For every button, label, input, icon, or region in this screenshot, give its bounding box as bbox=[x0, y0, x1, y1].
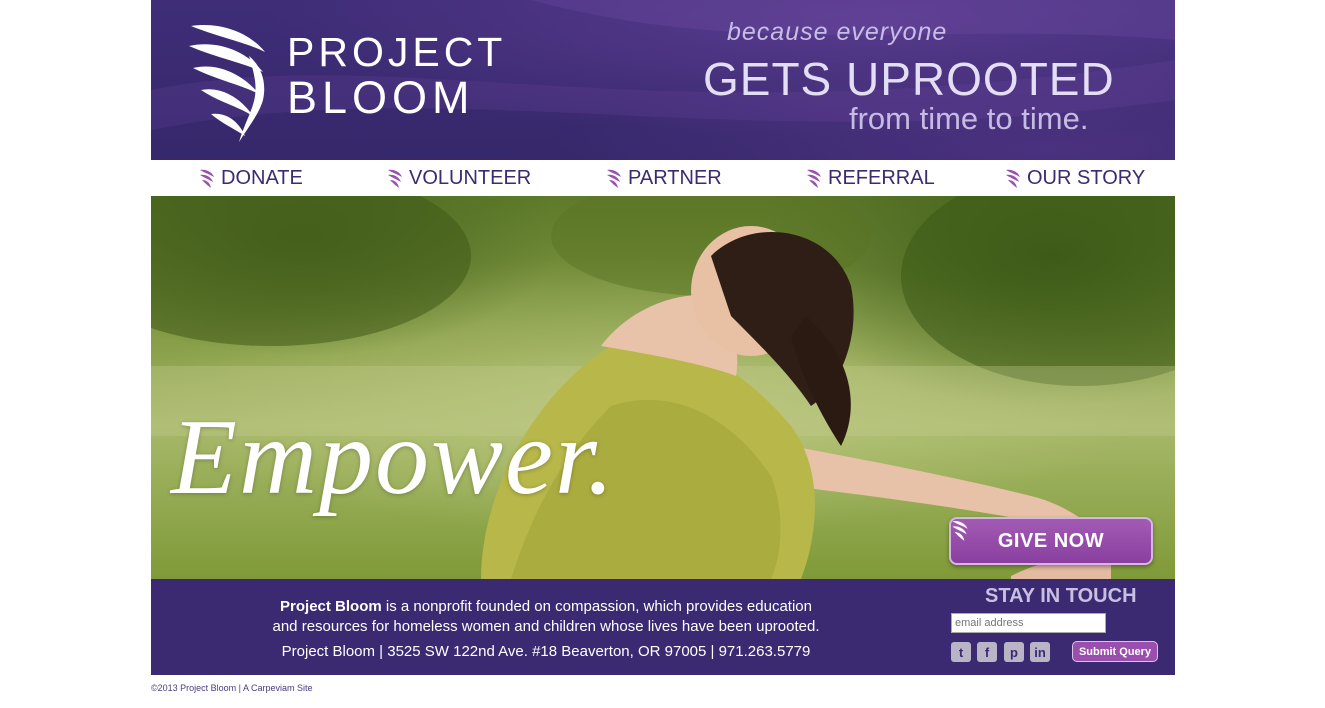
give-now-button[interactable]: GIVE NOW bbox=[949, 517, 1153, 565]
pinterest-icon[interactable]: p bbox=[1004, 642, 1024, 662]
linkedin-icon[interactable]: in bbox=[1030, 642, 1050, 662]
submit-button[interactable]: Submit Query bbox=[1072, 641, 1158, 662]
nav-partner[interactable]: PARTNER bbox=[606, 167, 722, 190]
flower-bullet-icon bbox=[1006, 169, 1020, 188]
about-text: Project Bloom is a nonprofit founded on … bbox=[261, 597, 831, 637]
nav-our-story-label: OUR STORY bbox=[1027, 167, 1146, 189]
empower-script-text: Empower. bbox=[171, 398, 616, 517]
flower-bullet-icon bbox=[200, 169, 214, 188]
site-container: PROJECT BLOOM because everyone GETS UPRO… bbox=[151, 0, 1175, 675]
twitter-icon[interactable]: t bbox=[951, 642, 971, 662]
nav-donate-label: DONATE bbox=[221, 167, 303, 189]
nav-volunteer[interactable]: VOLUNTEER bbox=[387, 167, 531, 190]
tagline-from-time-to-time: from time to time. bbox=[849, 101, 1089, 136]
main-nav: DONATE VOLUNTEER PARTNER REFERRAL OUR ST… bbox=[151, 160, 1175, 196]
tagline-gets-uprooted: GETS UPROOTED bbox=[703, 53, 1115, 105]
flower-bullet-icon bbox=[388, 169, 402, 188]
footer-bar: Project Bloom is a nonprofit founded on … bbox=[151, 579, 1175, 675]
facebook-icon[interactable]: f bbox=[977, 642, 997, 662]
logo-line-project: PROJECT bbox=[287, 29, 507, 75]
flower-bullet-icon bbox=[807, 169, 821, 188]
logo-flower-icon bbox=[189, 25, 265, 142]
nav-our-story[interactable]: OUR STORY bbox=[1005, 167, 1145, 190]
nav-volunteer-label: VOLUNTEER bbox=[409, 167, 532, 189]
nav-donate[interactable]: DONATE bbox=[199, 167, 303, 190]
hero-image: Empower. GIVE NOW bbox=[151, 196, 1175, 579]
org-name: Project Bloom bbox=[280, 598, 382, 615]
flower-bullet-icon bbox=[952, 520, 968, 541]
about-line2: and resources for homeless women and chi… bbox=[272, 618, 820, 635]
logo-line-bloom: BLOOM bbox=[287, 72, 475, 123]
nav-referral[interactable]: REFERRAL bbox=[806, 167, 935, 190]
contact-address: Project Bloom | 3525 SW 122nd Ave. #18 B… bbox=[281, 643, 811, 660]
logo-wordmark: PROJECT BLOOM bbox=[287, 29, 507, 123]
header-banner: PROJECT BLOOM because everyone GETS UPRO… bbox=[151, 0, 1175, 160]
stay-in-touch-heading: STAY IN TOUCH bbox=[985, 585, 1137, 607]
nav-referral-label: REFERRAL bbox=[828, 167, 935, 189]
copyright-text: ©2013 Project Bloom | A Carpeviam Site bbox=[151, 683, 313, 693]
give-now-label: GIVE NOW bbox=[997, 529, 1105, 552]
about-line1: is a nonprofit founded on compassion, wh… bbox=[381, 598, 812, 615]
flower-bullet-icon bbox=[607, 169, 621, 188]
tagline-because-everyone: because everyone bbox=[727, 18, 948, 46]
email-field[interactable] bbox=[951, 613, 1106, 633]
nav-partner-label: PARTNER bbox=[628, 167, 722, 189]
